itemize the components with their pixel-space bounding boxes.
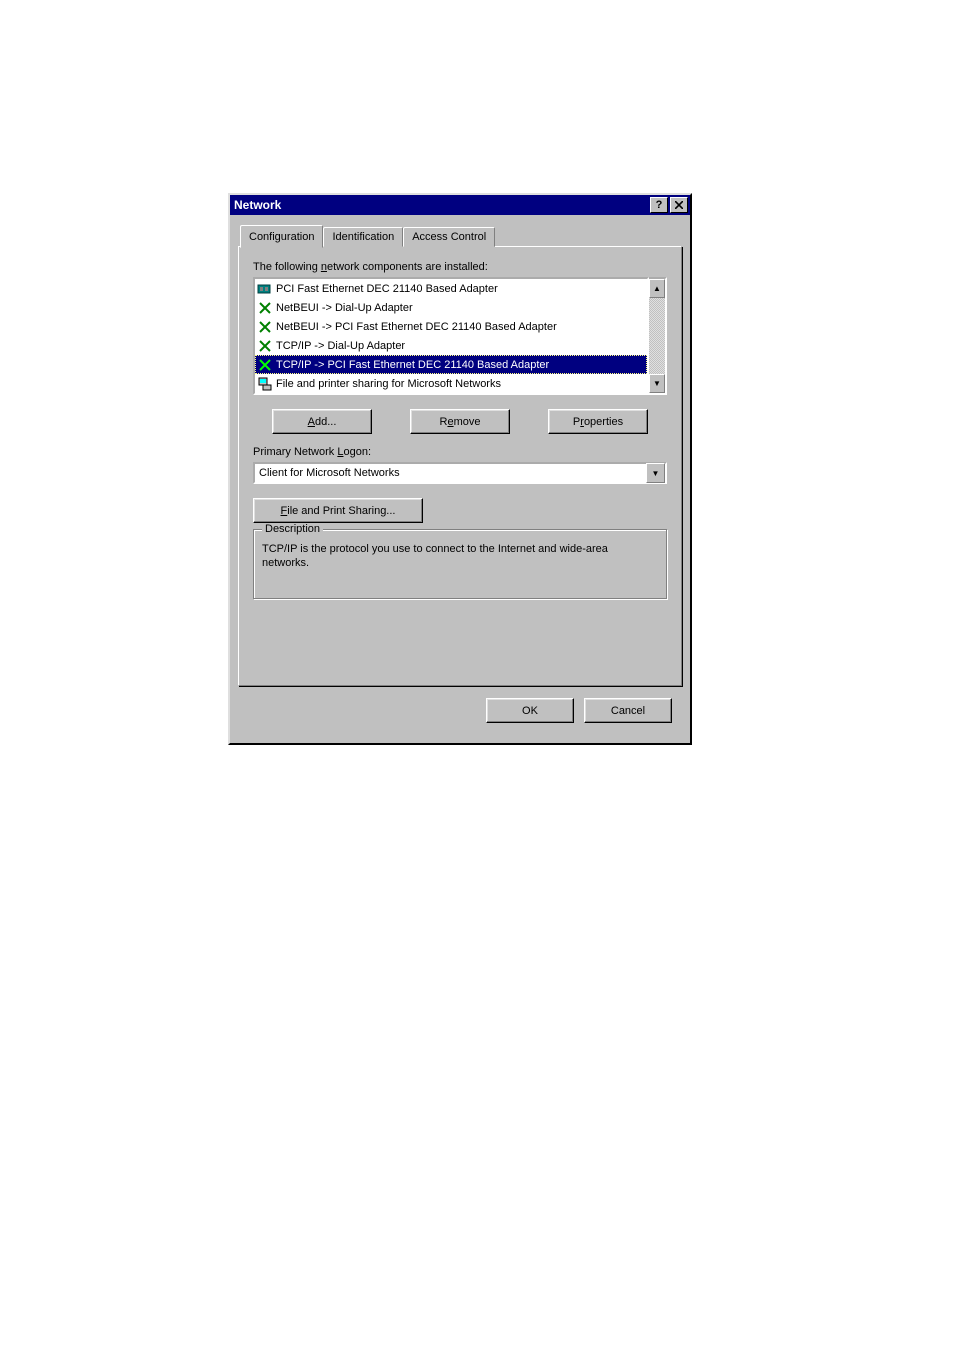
list-item[interactable]: File and printer sharing for Microsoft N… <box>255 374 647 393</box>
dialog-body: Configuration Identification Access Cont… <box>230 215 690 743</box>
description-group: Description TCP/IP is the protocol you u… <box>253 529 667 599</box>
protocol-icon <box>257 357 273 373</box>
protocol-icon <box>257 338 273 354</box>
scroll-down-button[interactable]: ▼ <box>649 374 665 393</box>
remove-button[interactable]: Remove <box>410 409 510 434</box>
primary-logon-label: Primary Network Logon: <box>253 446 667 458</box>
list-item[interactable]: NetBEUI -> PCI Fast Ethernet DEC 21140 B… <box>255 317 647 336</box>
tab-access-control[interactable]: Access Control <box>403 227 495 247</box>
tab-page-configuration: The following network components are ins… <box>238 246 682 686</box>
components-listbox-wrap: PCI Fast Ethernet DEC 21140 Based Adapte… <box>253 277 667 395</box>
list-item[interactable]: NetBEUI -> Dial-Up Adapter <box>255 298 647 317</box>
listbox-scrollbar[interactable]: ▲ ▼ <box>649 277 667 395</box>
list-item-label: TCP/IP -> Dial-Up Adapter <box>276 340 405 352</box>
protocol-icon <box>257 319 273 335</box>
adapter-icon <box>257 281 273 297</box>
chevron-down-icon: ▼ <box>652 469 660 478</box>
close-button[interactable] <box>670 197 688 213</box>
dropdown-button[interactable]: ▼ <box>646 463 665 483</box>
list-item-label: NetBEUI -> PCI Fast Ethernet DEC 21140 B… <box>276 321 557 333</box>
list-item-selected[interactable]: TCP/IP -> PCI Fast Ethernet DEC 21140 Ba… <box>255 355 647 374</box>
file-print-sharing-button[interactable]: File and Print Sharing... <box>253 498 423 523</box>
close-icon <box>675 201 683 209</box>
list-item[interactable]: TCP/IP -> Dial-Up Adapter <box>255 336 647 355</box>
scroll-up-button[interactable]: ▲ <box>649 279 665 298</box>
help-button[interactable]: ? <box>650 197 668 213</box>
primary-logon-select[interactable]: Client for Microsoft Networks ▼ <box>253 462 667 484</box>
component-buttons-row: Add... Remove Properties <box>253 409 667 434</box>
components-label: The following network components are ins… <box>253 261 667 273</box>
add-button[interactable]: Add... <box>272 409 372 434</box>
list-item-label: NetBEUI -> Dial-Up Adapter <box>276 302 413 314</box>
dialog-title: Network <box>234 198 648 212</box>
protocol-icon <box>257 300 273 316</box>
cancel-button[interactable]: Cancel <box>584 698 672 723</box>
list-item-label: File and printer sharing for Microsoft N… <box>276 378 501 390</box>
properties-button[interactable]: Properties <box>548 409 648 434</box>
service-icon <box>257 376 273 392</box>
network-dialog: Network ? Configuration Identification A… <box>228 193 692 745</box>
scroll-track[interactable] <box>649 298 665 374</box>
ok-button[interactable]: OK <box>486 698 574 723</box>
list-item-label: TCP/IP -> PCI Fast Ethernet DEC 21140 Ba… <box>276 359 549 371</box>
tab-identification[interactable]: Identification <box>323 227 403 247</box>
list-item-label: PCI Fast Ethernet DEC 21140 Based Adapte… <box>276 283 498 295</box>
tab-configuration[interactable]: Configuration <box>240 225 323 248</box>
tabs: Configuration Identification Access Cont… <box>240 223 682 246</box>
primary-logon-value: Client for Microsoft Networks <box>255 467 646 479</box>
dialog-footer: OK Cancel <box>238 686 682 735</box>
description-legend: Description <box>262 523 323 535</box>
titlebar: Network ? <box>230 195 690 215</box>
description-text: TCP/IP is the protocol you use to connec… <box>262 542 658 570</box>
components-listbox[interactable]: PCI Fast Ethernet DEC 21140 Based Adapte… <box>253 277 649 395</box>
list-item[interactable]: PCI Fast Ethernet DEC 21140 Based Adapte… <box>255 279 647 298</box>
